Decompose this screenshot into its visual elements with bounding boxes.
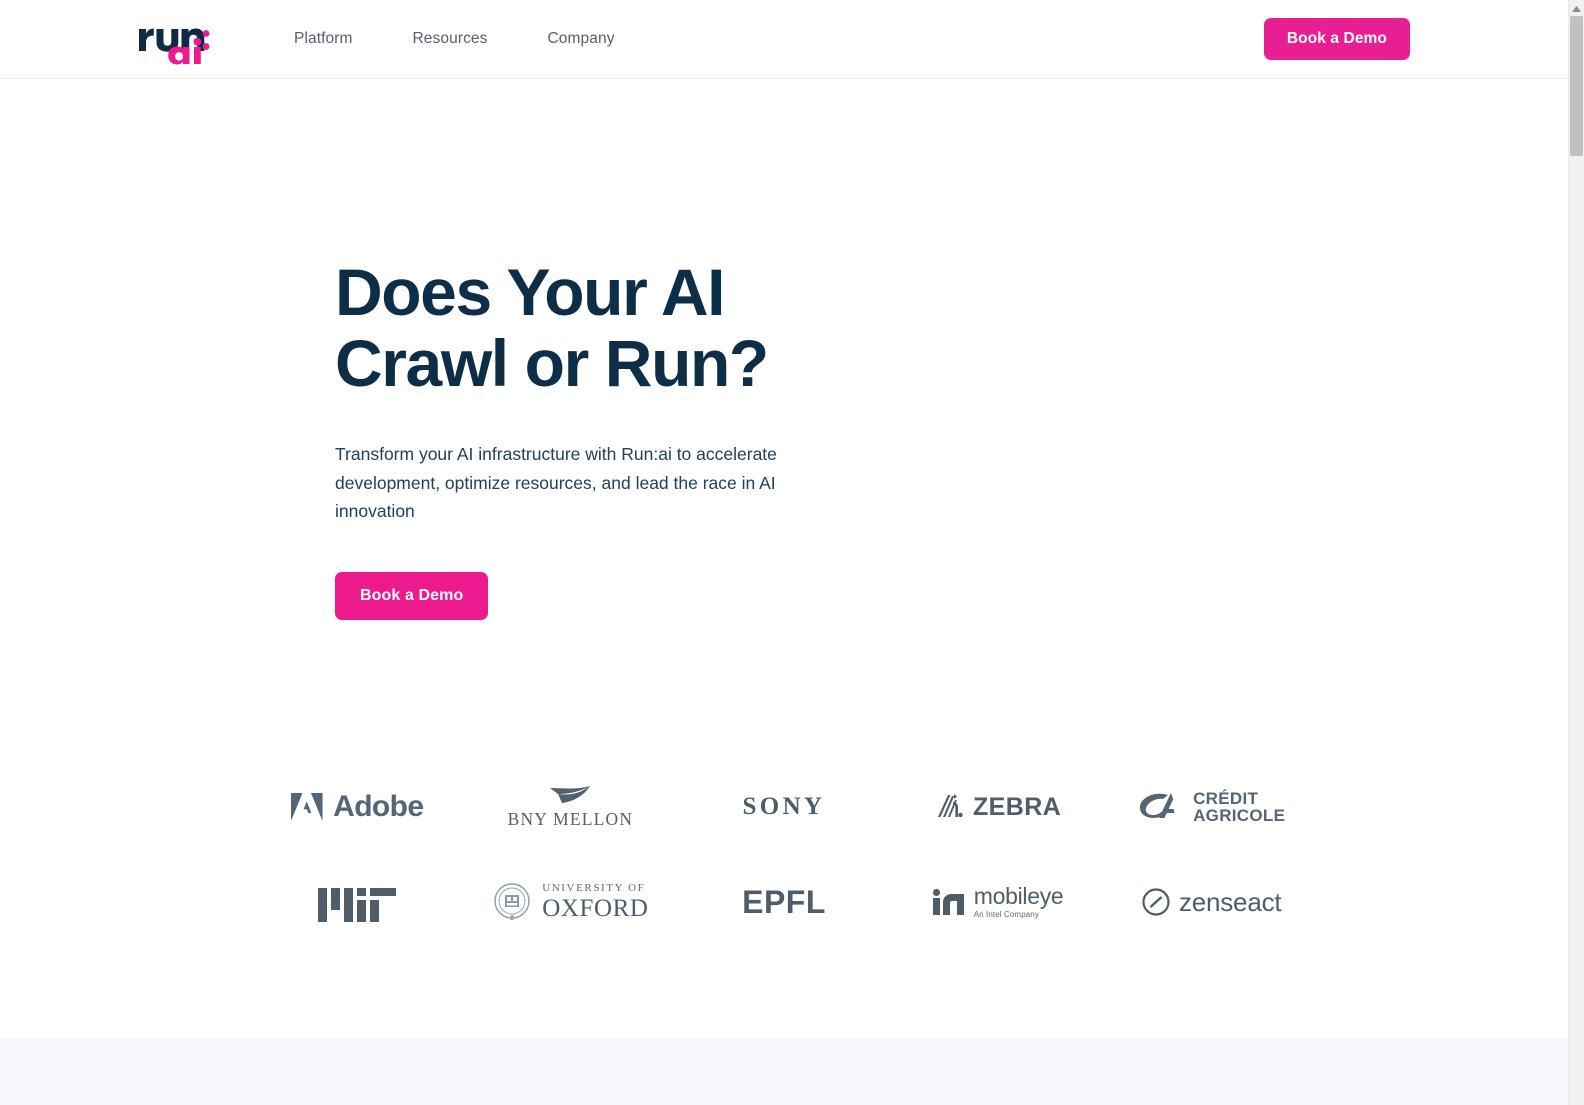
oxford-university-label: UNIVERSITY OF xyxy=(542,882,646,895)
logo-oxford: UNIVERSITY OF OXFORD xyxy=(464,872,678,932)
runai-logo-icon xyxy=(139,28,210,65)
logo-zebra: ZEBRA xyxy=(891,777,1105,837)
credit-agricole-line-1: CRÉDIT xyxy=(1193,788,1259,808)
oxford-crest-icon xyxy=(494,883,530,921)
hero-book-a-demo-button[interactable]: Book a Demo xyxy=(335,571,489,620)
mobileye-tagline: An Intel Company xyxy=(973,910,1039,920)
page-scrollbar[interactable] xyxy=(1568,0,1584,1105)
logo-row-1: Adobe BNY MELLON SONY ZEBRA CRÉDIT AGRIC… xyxy=(250,760,1318,855)
bny-mellon-wordmark: BNY MELLON xyxy=(507,808,634,829)
logo-credit-agricole: CRÉDIT AGRICOLE xyxy=(1104,777,1318,837)
hero-subtitle: Transform your AI infrastructure with Ru… xyxy=(335,444,777,522)
logo-sony: SONY xyxy=(677,777,891,837)
nav-link-resources[interactable]: Resources xyxy=(413,22,488,56)
header-book-a-demo-button[interactable]: Book a Demo xyxy=(1263,18,1410,60)
adobe-icon xyxy=(291,793,323,822)
nav-link-platform[interactable]: Platform xyxy=(294,22,353,56)
credit-agricole-line-2: AGRICOLE xyxy=(1193,806,1286,826)
zebra-head-icon xyxy=(938,794,963,818)
bny-mellon-swoosh-icon xyxy=(550,785,591,803)
zebra-wordmark: ZEBRA xyxy=(973,792,1062,821)
hero-title-line-2: Crawl or Run? xyxy=(335,325,769,400)
oxford-wordmark: OXFORD xyxy=(542,895,649,923)
epfl-wordmark: EPFL xyxy=(742,883,826,920)
credit-agricole-wordmark: CRÉDIT AGRICOLE xyxy=(1193,790,1285,825)
hero-title: Does Your AI Crawl or Run? xyxy=(335,257,1035,398)
adobe-wordmark: Adobe xyxy=(333,790,424,824)
built-for-ai-section: Built for AI, Specialized for GPUs xyxy=(0,1037,1568,1105)
credit-agricole-icon xyxy=(1139,793,1175,819)
logo-mobileye: mobileye An Intel Company xyxy=(891,872,1105,932)
logo-bny-mellon: BNY MELLON xyxy=(464,777,678,837)
page-viewport: Platform Resources Company Book a Demo D… xyxy=(0,0,1568,1105)
zenseact-wordmark: zenseact xyxy=(1178,886,1282,917)
mobileye-wordmark: mobileye xyxy=(973,883,1064,910)
logo-row-2: MIT UNIVERSITY OF OXFORD xyxy=(250,855,1318,950)
mobileye-icon xyxy=(932,889,964,916)
zenseact-icon xyxy=(1142,888,1170,916)
chevron-up-icon xyxy=(1572,6,1581,12)
scrollbar-thumb[interactable] xyxy=(1570,16,1583,156)
logo-zenseact: zenseact xyxy=(1104,872,1318,932)
logo-mit: MIT xyxy=(250,872,464,932)
primary-nav: Platform Resources Company xyxy=(294,22,615,56)
customer-logo-wall: Adobe BNY MELLON SONY ZEBRA CRÉDIT AGRIC… xyxy=(0,760,1568,950)
logo-epfl: EPFL xyxy=(677,872,891,932)
runai-logo[interactable] xyxy=(138,13,210,65)
mit-icon xyxy=(317,888,396,923)
sony-wordmark: SONY xyxy=(742,793,826,821)
hero-section: Does Your AI Crawl or Run? Transform you… xyxy=(0,79,1568,620)
site-header: Platform Resources Company Book a Demo xyxy=(0,0,1568,79)
scrollbar-up-arrow-icon[interactable] xyxy=(1569,2,1584,16)
nav-link-company[interactable]: Company xyxy=(548,22,615,56)
hero-title-line-1: Does Your AI xyxy=(335,255,725,329)
logo-adobe: Adobe xyxy=(250,777,464,837)
